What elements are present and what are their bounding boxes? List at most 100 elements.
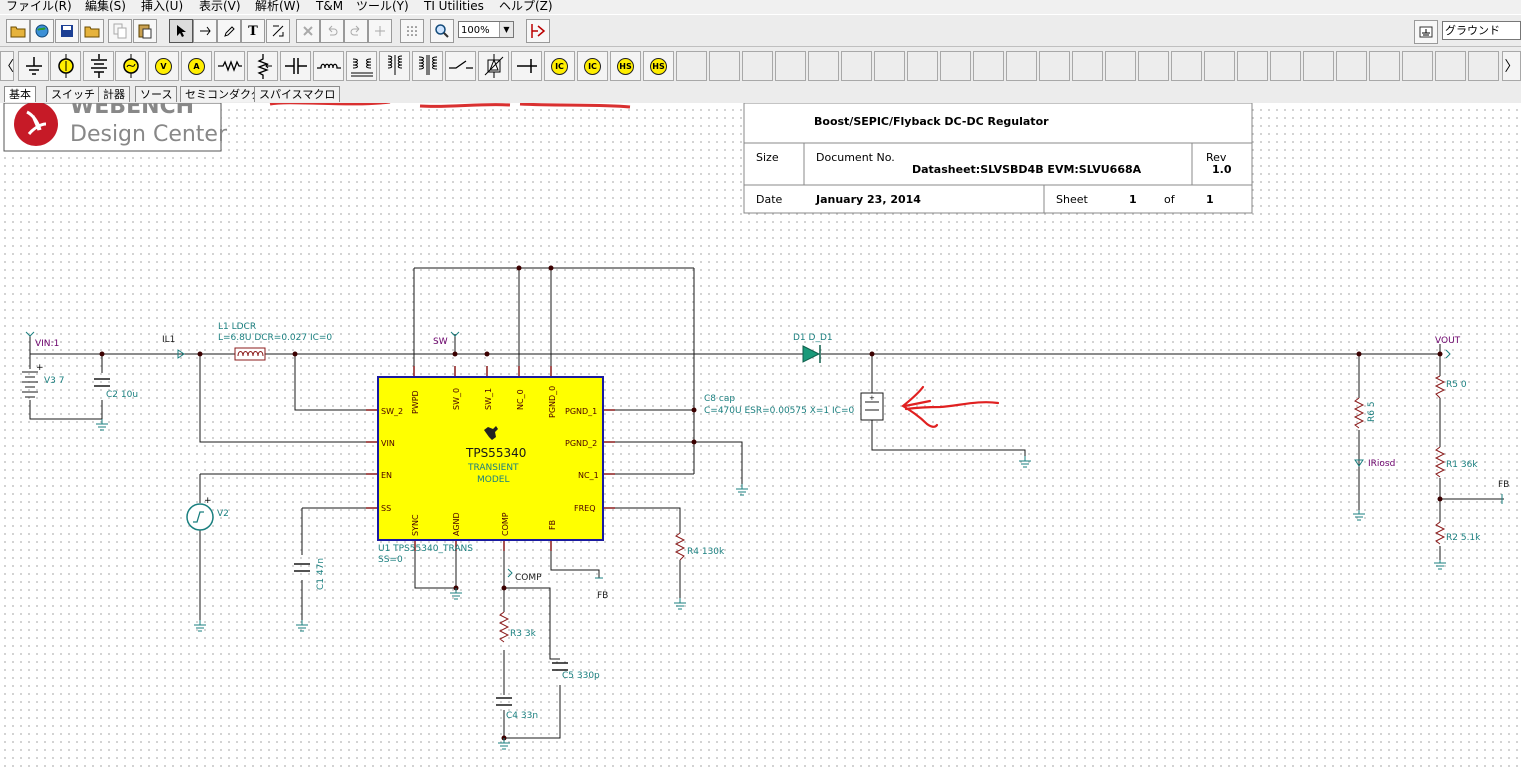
resistor-r4[interactable] <box>674 532 686 561</box>
potentiometer-component-button[interactable] <box>247 51 278 81</box>
r3-label: R3 3k <box>510 629 537 639</box>
battery-v3[interactable]: + <box>22 363 44 398</box>
menu-file[interactable]: ファイル(R) <box>6 0 72 14</box>
schematic-drawing: WEBENCH Design Center Boost/SEPIC/Flybac… <box>3 103 1509 750</box>
capacitor-component-button[interactable] <box>280 51 311 81</box>
r4-label: R4 130k <box>687 547 725 557</box>
coupled-inductor-component-button[interactable] <box>379 51 410 81</box>
resistor-component-button[interactable] <box>214 51 245 81</box>
switch-component-button[interactable] <box>445 51 476 81</box>
ic-sub2: MODEL <box>477 475 509 485</box>
wire-button[interactable] <box>193 19 217 43</box>
ground-tool-button[interactable] <box>1414 20 1438 44</box>
delete-button[interactable] <box>296 19 320 43</box>
tab-sources[interactable]: ソース <box>135 86 178 102</box>
variable-resistor-component-button[interactable] <box>478 51 509 81</box>
zoom-button[interactable] <box>430 19 454 43</box>
junction-button[interactable] <box>368 19 392 43</box>
capacitor-c4[interactable] <box>496 697 512 706</box>
transformer-component-button[interactable] <box>346 51 377 81</box>
battery-component-button[interactable] <box>50 51 81 81</box>
current-source-component-button[interactable]: IC <box>544 51 575 81</box>
hs-component-button[interactable]: HS <box>610 51 641 81</box>
resistor-r1[interactable] <box>1434 446 1446 478</box>
inductor-component-button[interactable] <box>313 51 344 81</box>
menu-tools[interactable]: ツール(Y) <box>356 0 409 14</box>
transformer2-component-button[interactable] <box>412 51 443 81</box>
title-block-title: Boost/SEPIC/Flyback DC-DC Regulator <box>814 115 1049 128</box>
vout-terminal-icon <box>1445 349 1451 359</box>
pen-button[interactable] <box>217 19 241 43</box>
delete-icon <box>303 26 313 36</box>
tab-spice-macro[interactable]: スパイスマクロ <box>254 86 341 102</box>
v3-label: V3 7 <box>44 376 64 386</box>
probe-button[interactable] <box>526 19 550 43</box>
empty-slot <box>808 51 839 81</box>
ic-component-button[interactable]: IC <box>577 51 608 81</box>
save-button[interactable] <box>55 19 79 43</box>
scroll-left-button[interactable]: 〈 <box>0 51 14 81</box>
tab-basic[interactable]: 基本 <box>4 86 36 102</box>
menu-insert[interactable]: 挿入(U) <box>141 0 183 14</box>
paste-button[interactable] <box>133 19 157 43</box>
hs2-icon: HS <box>650 57 667 75</box>
web-button[interactable] <box>30 19 54 43</box>
voltmeter-component-button[interactable]: V <box>148 51 179 81</box>
diode-component-button[interactable] <box>511 51 542 81</box>
folder-button[interactable] <box>80 19 104 43</box>
menu-ti-utilities[interactable]: TI Utilities <box>424 0 484 14</box>
resistor-r2[interactable] <box>1434 521 1446 545</box>
ground-component-button[interactable] <box>18 51 49 81</box>
menu-analysis[interactable]: 解析(W) <box>255 0 300 14</box>
open-icon <box>10 26 26 38</box>
sine-source-component-button[interactable] <box>115 51 146 81</box>
voltage-source-component-button[interactable] <box>83 51 114 81</box>
scroll-right-button[interactable]: 〉 <box>1502 51 1521 81</box>
redo-button[interactable] <box>344 19 368 43</box>
pin-pgnd2: PGND_2 <box>565 439 597 448</box>
menu-help[interactable]: ヘルプ(Z) <box>499 0 553 14</box>
resistor-r3[interactable] <box>498 611 510 643</box>
text-button[interactable]: T <box>241 19 265 43</box>
zoom-select[interactable]: 100% ▼ <box>458 21 514 38</box>
schematic-canvas[interactable]: WEBENCH Design Center Boost/SEPIC/Flybac… <box>0 103 1521 769</box>
ic-sub1: TRANSIENT <box>467 463 519 473</box>
resistor-r6[interactable] <box>1353 397 1365 429</box>
capacitor-c1[interactable] <box>294 563 310 572</box>
label-button[interactable] <box>266 19 290 43</box>
inductor-l1[interactable] <box>234 347 266 361</box>
title-block-date-label: Date <box>756 193 783 206</box>
pin-sw2: SW_2 <box>381 407 403 416</box>
ic-tps55340[interactable]: TPS55340 TRANSIENT MODEL SW_2 VIN EN SS … <box>377 376 604 541</box>
menu-edit[interactable]: 編集(S) <box>85 0 126 14</box>
tab-meters[interactable]: 計器 <box>98 86 130 102</box>
resistor-r5[interactable] <box>1434 375 1446 399</box>
webench-logo: WEBENCH Design Center <box>3 103 228 152</box>
ic-ss-label: SS=0 <box>378 555 403 565</box>
vin-label: VIN:1 <box>35 339 59 349</box>
menu-view[interactable]: 表示(V) <box>199 0 241 14</box>
fb-out-label: FB <box>1498 480 1509 490</box>
hs2-component-button[interactable]: HS <box>643 51 674 81</box>
diode-d1[interactable] <box>802 345 821 363</box>
empty-slot <box>1039 51 1070 81</box>
ground-select[interactable]: グラウンド <box>1442 21 1521 40</box>
transformer-icon <box>350 58 373 77</box>
r1-label: R1 36k <box>1446 460 1478 470</box>
comp-terminal-icon <box>507 568 513 578</box>
pointer-button[interactable] <box>169 19 193 43</box>
empty-slot <box>1204 51 1235 81</box>
grid-button[interactable] <box>400 19 424 43</box>
capacitor-c8[interactable]: + <box>860 392 884 421</box>
grid-icon <box>407 26 417 36</box>
undo-button[interactable] <box>320 19 344 43</box>
ammeter-component-button[interactable]: A <box>181 51 212 81</box>
capacitor-c2[interactable] <box>94 378 110 387</box>
tab-switch[interactable]: スイッチ <box>46 86 100 102</box>
menu-tm[interactable]: T&M <box>316 0 343 14</box>
open-button[interactable] <box>6 19 30 43</box>
empty-slot <box>1072 51 1103 81</box>
capacitor-c5[interactable] <box>552 662 568 671</box>
copy-button[interactable] <box>108 19 132 43</box>
v3-plus: + <box>36 363 44 373</box>
